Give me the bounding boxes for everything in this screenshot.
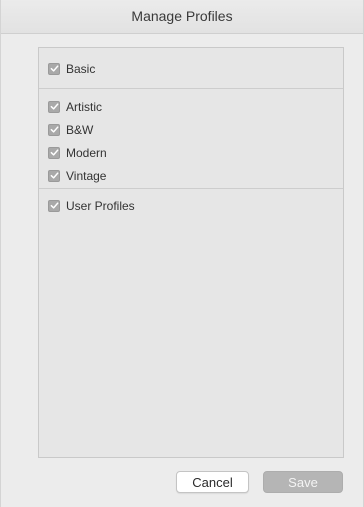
profiles-list-panel: Basic Artistic B&W Modern Vintage User P…: [38, 47, 344, 458]
checkmark-icon: [50, 126, 58, 133]
profile-item-basic[interactable]: Basic: [39, 57, 343, 80]
profile-item-user-profiles[interactable]: User Profiles: [39, 194, 343, 217]
checkbox-bw[interactable]: [48, 123, 60, 136]
profile-item-artistic[interactable]: Artistic: [39, 95, 343, 118]
profile-group-user: User Profiles: [39, 189, 343, 217]
profile-label-user-profiles: User Profiles: [66, 198, 135, 213]
cancel-button[interactable]: Cancel: [176, 471, 249, 493]
checkmark-icon: [50, 103, 58, 110]
checkbox-basic[interactable]: [48, 62, 60, 75]
profile-item-vintage[interactable]: Vintage: [39, 164, 343, 187]
profile-label-bw: B&W: [66, 122, 94, 137]
checkbox-modern[interactable]: [48, 146, 60, 159]
profile-label-modern: Modern: [66, 145, 107, 160]
manage-profiles-dialog: Manage Profiles Basic Artistic B&W Moder…: [0, 0, 364, 507]
title-bar: Manage Profiles: [1, 0, 363, 34]
checkmark-icon: [50, 202, 58, 209]
save-button[interactable]: Save: [263, 471, 343, 493]
checkbox-artistic[interactable]: [48, 100, 60, 113]
profile-label-artistic: Artistic: [66, 99, 102, 114]
profile-item-modern[interactable]: Modern: [39, 141, 343, 164]
checkmark-icon: [50, 172, 58, 179]
checkbox-user-profiles[interactable]: [48, 199, 60, 212]
profile-label-basic: Basic: [66, 61, 96, 76]
checkmark-icon: [50, 65, 58, 72]
checkmark-icon: [50, 149, 58, 156]
dialog-title: Manage Profiles: [131, 8, 233, 24]
profile-label-vintage: Vintage: [66, 168, 107, 183]
checkbox-vintage[interactable]: [48, 169, 60, 182]
profile-item-bw[interactable]: B&W: [39, 118, 343, 141]
profile-group-creative: Artistic B&W Modern Vintage: [39, 89, 343, 189]
profile-group-basic: Basic: [39, 48, 343, 89]
